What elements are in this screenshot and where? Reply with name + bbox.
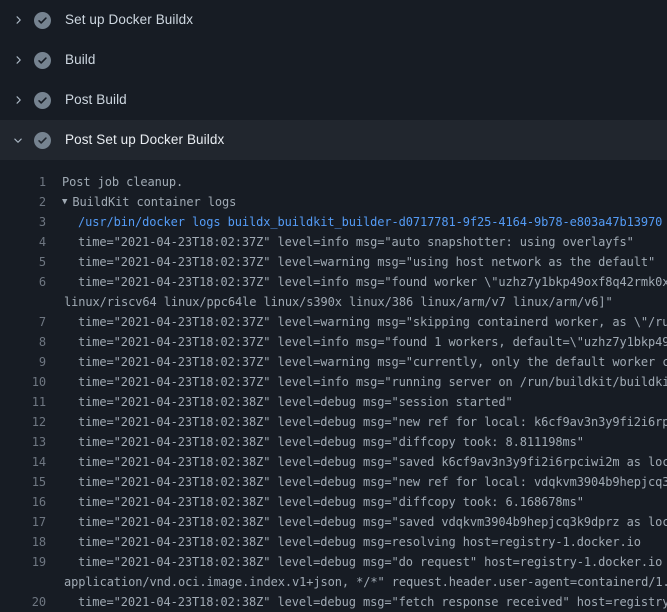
line-number[interactable]: 3: [0, 212, 46, 232]
log-line-text: linux/riscv64 linux/ppc64le linux/s390x …: [64, 292, 613, 312]
line-number[interactable]: 18: [0, 532, 46, 552]
check-circle-icon: [34, 12, 51, 29]
log-line: 17 ▼ time="2021-04-23T18:02:38Z" level=d…: [0, 512, 667, 532]
log-line: ▼ linux/riscv64 linux/ppc64le linux/s390…: [0, 292, 667, 312]
log-line-text: /usr/bin/docker logs buildx_buildkit_bui…: [78, 212, 662, 232]
step-label: Build: [65, 53, 96, 67]
log-line: 3 ▼ /usr/bin/docker logs buildx_buildkit…: [0, 212, 667, 232]
log-line: 19 ▼ time="2021-04-23T18:02:38Z" level=d…: [0, 552, 667, 572]
log-line: 16 ▼ time="2021-04-23T18:02:38Z" level=d…: [0, 492, 667, 512]
log-line-text: time="2021-04-23T18:02:38Z" level=debug …: [78, 532, 641, 552]
log-line[interactable]: 2 ▼ BuildKit container logs: [0, 192, 667, 212]
step-label: Post Set up Docker Buildx: [65, 133, 224, 147]
log-line-text: time="2021-04-23T18:02:37Z" level=warnin…: [78, 252, 655, 272]
chevron-down-icon: [10, 132, 26, 148]
step-header[interactable]: Set up Docker Buildx: [0, 0, 667, 40]
log-line-text: time="2021-04-23T18:02:38Z" level=debug …: [78, 552, 667, 572]
line-number[interactable]: 12: [0, 412, 46, 432]
log-line: 11 ▼ time="2021-04-23T18:02:38Z" level=d…: [0, 392, 667, 412]
log-line: 8 ▼ time="2021-04-23T18:02:37Z" level=in…: [0, 332, 667, 352]
check-circle-icon: [34, 52, 51, 69]
log-line-text: time="2021-04-23T18:02:37Z" level=warnin…: [78, 312, 667, 332]
log-line-text: time="2021-04-23T18:02:38Z" level=debug …: [78, 412, 667, 432]
step-label: Set up Docker Buildx: [65, 13, 193, 27]
check-circle-icon: [34, 92, 51, 109]
log-line: 1 ▼ Post job cleanup.: [0, 172, 667, 192]
chevron-right-icon: [10, 92, 26, 108]
log-line: ▼ application/vnd.oci.image.index.v1+jso…: [0, 572, 667, 592]
log-line-text: time="2021-04-23T18:02:38Z" level=debug …: [78, 472, 667, 492]
log-line: 13 ▼ time="2021-04-23T18:02:38Z" level=d…: [0, 432, 667, 452]
chevron-right-icon: [10, 52, 26, 68]
log-line-text: time="2021-04-23T18:02:38Z" level=debug …: [78, 512, 667, 532]
line-number[interactable]: 16: [0, 492, 46, 512]
line-number[interactable]: 19: [0, 552, 46, 572]
log-line-text: time="2021-04-23T18:02:37Z" level=info m…: [78, 372, 667, 392]
log-line: 14 ▼ time="2021-04-23T18:02:38Z" level=d…: [0, 452, 667, 472]
line-number[interactable]: 6: [0, 272, 46, 292]
chevron-right-icon: [10, 12, 26, 28]
line-number[interactable]: 8: [0, 332, 46, 352]
line-number[interactable]: 9: [0, 352, 46, 372]
log-line: 18 ▼ time="2021-04-23T18:02:38Z" level=d…: [0, 532, 667, 552]
log-viewer[interactable]: 1 ▼ Post job cleanup. 2 ▼ BuildKit conta…: [0, 160, 667, 612]
check-circle-icon: [34, 132, 51, 149]
log-line-text: time="2021-04-23T18:02:38Z" level=debug …: [78, 592, 667, 612]
log-line-text: BuildKit container logs: [72, 192, 236, 212]
log-line: 15 ▼ time="2021-04-23T18:02:38Z" level=d…: [0, 472, 667, 492]
log-line-text: time="2021-04-23T18:02:38Z" level=debug …: [78, 432, 584, 452]
line-number[interactable]: 11: [0, 392, 46, 412]
step-header[interactable]: Build: [0, 40, 667, 80]
line-number[interactable]: 5: [0, 252, 46, 272]
steps-list: Set up Docker Buildx Build Post Build: [0, 0, 667, 160]
line-number[interactable]: 20: [0, 592, 46, 612]
log-line: 5 ▼ time="2021-04-23T18:02:37Z" level=wa…: [0, 252, 667, 272]
line-number[interactable]: [0, 572, 46, 592]
log-line-text: application/vnd.oci.image.index.v1+json,…: [64, 572, 667, 592]
log-line: 20 ▼ time="2021-04-23T18:02:38Z" level=d…: [0, 592, 667, 612]
line-number[interactable]: 17: [0, 512, 46, 532]
log-line-text: time="2021-04-23T18:02:37Z" level=warnin…: [78, 352, 667, 372]
line-number[interactable]: 14: [0, 452, 46, 472]
log-line: 6 ▼ time="2021-04-23T18:02:37Z" level=in…: [0, 272, 667, 292]
log-line-text: time="2021-04-23T18:02:37Z" level=info m…: [78, 232, 634, 252]
log-line: 4 ▼ time="2021-04-23T18:02:37Z" level=in…: [0, 232, 667, 252]
log-line-text: time="2021-04-23T18:02:37Z" level=info m…: [78, 272, 667, 292]
log-line-text: time="2021-04-23T18:02:38Z" level=debug …: [78, 492, 584, 512]
log-line: 12 ▼ time="2021-04-23T18:02:38Z" level=d…: [0, 412, 667, 432]
group-caret-icon: ▼: [62, 192, 67, 212]
line-number[interactable]: 2: [0, 192, 46, 212]
log-line-text: time="2021-04-23T18:02:38Z" level=debug …: [78, 392, 513, 412]
log-line-text: time="2021-04-23T18:02:38Z" level=debug …: [78, 452, 667, 472]
line-number[interactable]: 7: [0, 312, 46, 332]
line-number[interactable]: 10: [0, 372, 46, 392]
step-header[interactable]: Post Build: [0, 80, 667, 120]
log-line: 10 ▼ time="2021-04-23T18:02:37Z" level=i…: [0, 372, 667, 392]
line-number[interactable]: 1: [0, 172, 46, 192]
log-line: 9 ▼ time="2021-04-23T18:02:37Z" level=wa…: [0, 352, 667, 372]
line-number[interactable]: 4: [0, 232, 46, 252]
line-number[interactable]: 15: [0, 472, 46, 492]
line-number[interactable]: 13: [0, 432, 46, 452]
step-header[interactable]: Post Set up Docker Buildx: [0, 120, 667, 160]
log-line-text: time="2021-04-23T18:02:37Z" level=info m…: [78, 332, 667, 352]
log-line-text: Post job cleanup.: [62, 172, 183, 192]
log-line: 7 ▼ time="2021-04-23T18:02:37Z" level=wa…: [0, 312, 667, 332]
line-number[interactable]: [0, 292, 46, 312]
step-label: Post Build: [65, 93, 127, 107]
